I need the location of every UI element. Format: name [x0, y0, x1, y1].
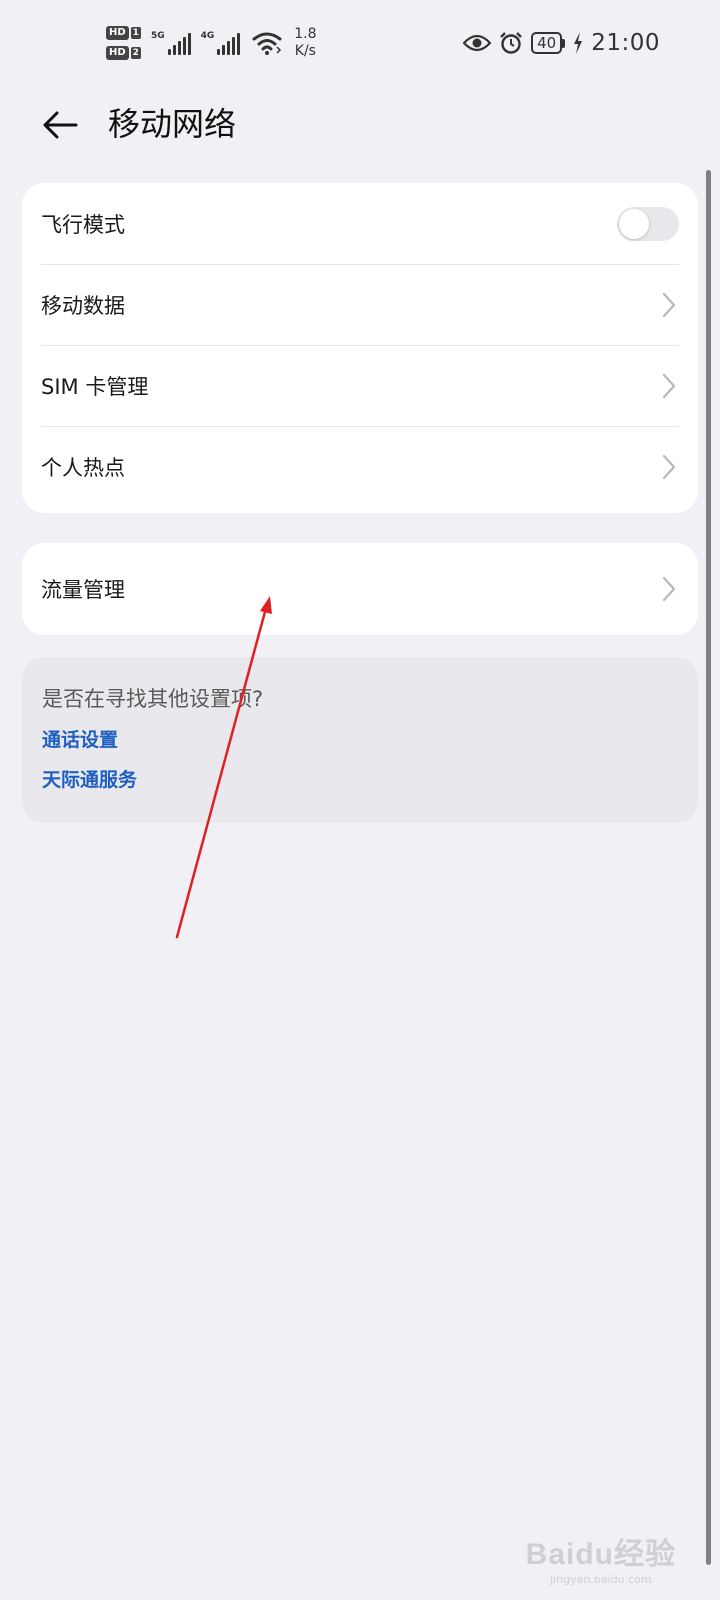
personal-hotspot-label: 个人热点 — [41, 455, 125, 480]
battery-icon: 40 — [531, 32, 566, 54]
signal1-label: 5G — [150, 31, 165, 41]
status-right: 40 21:00 — [463, 30, 660, 56]
watermark-logo: Baidu经验 — [525, 1538, 676, 1571]
speed-value: 1.8 — [294, 26, 317, 42]
data-usage-card: 流量管理 — [22, 543, 698, 635]
speed-unit: K/s — [294, 43, 316, 59]
watermark-url: jingyan.baidu.com — [550, 1573, 652, 1586]
watermark: Baidu经验 jingyan.baidu.com — [526, 1529, 676, 1586]
hd1-label: HD — [106, 26, 129, 40]
signal2-icon: 4G — [201, 31, 241, 55]
wifi-icon — [252, 31, 282, 55]
hd2-label: HD — [106, 46, 129, 60]
data-usage-label: 流量管理 — [41, 578, 125, 602]
link-skytone-service[interactable]: 天际通服务 — [42, 767, 678, 793]
row-sim-management[interactable]: SIM 卡管理 — [22, 345, 698, 426]
back-arrow-icon — [43, 111, 78, 139]
link-call-settings[interactable]: 通话设置 — [42, 727, 678, 753]
suggestions-title: 是否在寻找其他设置项? — [42, 687, 264, 711]
chevron-right-icon — [662, 576, 676, 602]
clock: 21:00 — [591, 30, 660, 56]
network-settings-card: 飞行模式 移动数据 SIM 卡管理 个人热点 — [22, 183, 698, 513]
scrollbar[interactable] — [706, 170, 711, 1565]
alarm-icon — [499, 31, 523, 55]
sim-management-label: SIM 卡管理 — [41, 374, 149, 399]
charging-icon — [573, 32, 583, 54]
page-title: 移动网络 — [108, 105, 237, 143]
row-mobile-data[interactable]: 移动数据 — [22, 264, 698, 345]
app-header: 移动网络 — [0, 95, 720, 155]
hd1-number: 1 — [130, 27, 141, 39]
screen: HD 1 HD 2 5G 4G 1.8 K/s 40 21:00 移动网络 飞行… — [0, 0, 720, 1600]
hd2-number: 2 — [130, 47, 141, 59]
hd-indicators: HD 1 HD 2 — [106, 26, 141, 60]
status-left: HD 1 HD 2 5G 4G 1.8 K/s — [106, 26, 317, 60]
signal2-label: 4G — [200, 31, 215, 41]
hd1-indicator: HD 1 — [106, 26, 141, 40]
toggle-knob — [619, 208, 649, 239]
network-speed: 1.8 K/s — [294, 26, 316, 60]
mobile-data-label: 移动数据 — [41, 293, 125, 318]
chevron-right-icon — [662, 454, 676, 479]
signal1-icon: 5G — [151, 31, 191, 55]
row-personal-hotspot[interactable]: 个人热点 — [22, 426, 698, 507]
suggestions-panel: 是否在寻找其他设置项? 通话设置 天际通服务 — [22, 657, 698, 823]
eye-icon — [463, 34, 492, 52]
chevron-right-icon — [662, 292, 676, 317]
status-bar: HD 1 HD 2 5G 4G 1.8 K/s 40 21:00 — [0, 0, 720, 90]
airplane-mode-toggle[interactable] — [617, 206, 679, 241]
battery-level: 40 — [531, 32, 563, 54]
airplane-mode-label: 飞行模式 — [41, 212, 125, 237]
back-button[interactable] — [38, 103, 82, 147]
row-data-usage[interactable]: 流量管理 — [22, 543, 698, 635]
chevron-right-icon — [662, 373, 676, 398]
hd2-indicator: HD 2 — [106, 46, 141, 60]
row-airplane-mode[interactable]: 飞行模式 — [22, 183, 698, 264]
